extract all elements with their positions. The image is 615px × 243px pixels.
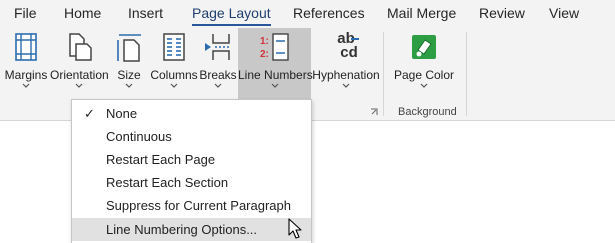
page-color-button[interactable]: Page Color [392, 28, 456, 100]
margins-label: Margins [4, 68, 48, 82]
chevron-down-icon [125, 83, 133, 88]
group-label-background: Background [398, 106, 457, 118]
checkmark-icon: ✓ [84, 106, 95, 121]
menu-item-label: Suppress for Current Paragraph [106, 198, 291, 213]
menu-item-restart-each-section[interactable]: Restart Each Section [72, 171, 311, 194]
menu-item-suppress-current-paragraph[interactable]: Suppress for Current Paragraph [72, 194, 311, 217]
menu-item-label: None [106, 106, 138, 121]
orientation-icon [69, 33, 92, 61]
tab-home[interactable]: Home [64, 5, 101, 21]
line-numbers-button[interactable]: 1: 2: Line Numbers [238, 28, 313, 100]
menu-item-restart-each-page[interactable]: Restart Each Page [72, 148, 311, 171]
page-setup-launcher-icon[interactable] [370, 108, 378, 116]
tab-review[interactable]: Review [479, 5, 525, 21]
menu-item-none[interactable]: ✓ None [72, 102, 311, 125]
chevron-down-icon [22, 83, 30, 88]
orientation-button[interactable]: Orientation [50, 28, 109, 100]
size-button[interactable]: Size [110, 28, 148, 100]
svg-text:1:: 1: [260, 36, 269, 47]
columns-icon [163, 33, 185, 61]
hyphenation-icon: ab cd [329, 31, 363, 62]
page-color-icon [412, 35, 436, 59]
menu-item-line-numbering-options[interactable]: Line Numbering Options... [72, 218, 311, 241]
menu-item-label: Restart Each Page [106, 152, 216, 167]
tab-view[interactable]: View [549, 5, 579, 21]
menu-item-continuous[interactable]: Continuous [72, 125, 311, 148]
chevron-down-icon [214, 83, 222, 88]
breaks-label: Breaks [199, 68, 237, 82]
hyphenation-glyph-bottom: cd [340, 44, 358, 61]
size-icon [117, 34, 141, 62]
columns-label: Columns [150, 68, 198, 82]
hyphenation-label: Hyphenation [312, 68, 380, 82]
chevron-down-icon [342, 83, 350, 88]
line-numbers-icon: 1: 2: [260, 33, 289, 61]
ribbon-tab-bar: File Home Insert Page Layout References … [0, 0, 615, 28]
margins-button[interactable]: Margins [4, 28, 48, 100]
hyphen-mark-icon [351, 38, 359, 40]
tab-file[interactable]: File [14, 5, 37, 21]
group-separator [466, 32, 467, 116]
mouse-pointer-icon [288, 218, 302, 239]
breaks-icon [205, 34, 230, 60]
line-numbers-label: Line Numbers [238, 68, 313, 82]
hyphenation-button[interactable]: ab cd Hyphenation [312, 28, 380, 100]
group-separator [383, 32, 384, 116]
breaks-button[interactable]: Breaks [199, 28, 237, 100]
orientation-label: Orientation [50, 68, 109, 82]
menu-item-label: Restart Each Section [106, 175, 229, 190]
menu-item-label: Line Numbering Options... [106, 222, 258, 237]
margins-icon [15, 33, 37, 61]
page-color-label: Page Color [393, 68, 455, 82]
tab-insert[interactable]: Insert [128, 5, 163, 21]
chevron-down-icon [271, 83, 278, 88]
menu-item-label: Continuous [106, 129, 172, 144]
chevron-down-icon [75, 83, 83, 88]
line-numbers-menu: ✓ None Continuous Restart Each Page Rest… [71, 99, 312, 243]
columns-button[interactable]: Columns [150, 28, 198, 100]
chevron-down-icon [170, 83, 178, 88]
svg-text:2:: 2: [260, 49, 269, 60]
tab-mail-merge[interactable]: Mail Merge [387, 5, 456, 21]
size-label: Size [117, 68, 141, 82]
chevron-down-icon [420, 83, 428, 88]
tab-references[interactable]: References [293, 5, 365, 21]
tab-page-layout[interactable]: Page Layout [192, 5, 271, 26]
